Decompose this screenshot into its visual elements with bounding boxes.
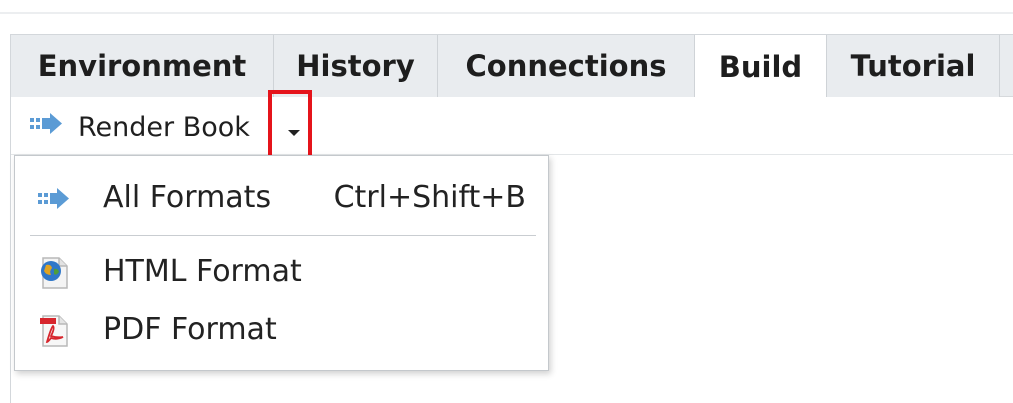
top-divider xyxy=(0,12,1013,14)
render-dropdown-toggle[interactable] xyxy=(268,90,312,160)
html-globe-icon xyxy=(37,256,71,289)
render-format-menu: All Formats Ctrl+Shift+B HTML Format PDF… xyxy=(14,155,549,371)
menu-item-html-format[interactable]: HTML Format xyxy=(15,246,548,296)
build-arrow-icon xyxy=(37,182,71,214)
pdf-icon xyxy=(37,314,71,347)
menu-separator xyxy=(30,235,536,236)
menu-item-all-formats[interactable]: All Formats Ctrl+Shift+B xyxy=(15,172,548,222)
menu-item-label: HTML Format xyxy=(103,254,302,289)
tab-environment[interactable]: Environment xyxy=(11,35,274,97)
tab-build[interactable]: Build xyxy=(694,35,827,98)
menu-item-pdf-format[interactable]: PDF Format xyxy=(15,304,548,354)
render-book-label: Render Book xyxy=(78,111,250,143)
tab-history[interactable]: History xyxy=(274,35,438,97)
tab-connections[interactable]: Connections xyxy=(438,35,695,97)
screen: Environment History Connections Build Tu… xyxy=(0,0,1013,403)
build-arrow-icon xyxy=(28,111,66,144)
menu-item-label: PDF Format xyxy=(103,312,277,347)
pane-tabstrip: Environment History Connections Build Tu… xyxy=(11,35,1013,98)
tab-tutorial[interactable]: Tutorial xyxy=(827,35,1000,97)
build-toolbar: Render Book xyxy=(11,90,1013,160)
keyboard-shortcut: Ctrl+Shift+B xyxy=(333,180,526,215)
render-book-button[interactable]: Render Book xyxy=(28,107,250,147)
menu-item-label: All Formats xyxy=(103,180,272,215)
chevron-down-icon xyxy=(288,130,300,136)
